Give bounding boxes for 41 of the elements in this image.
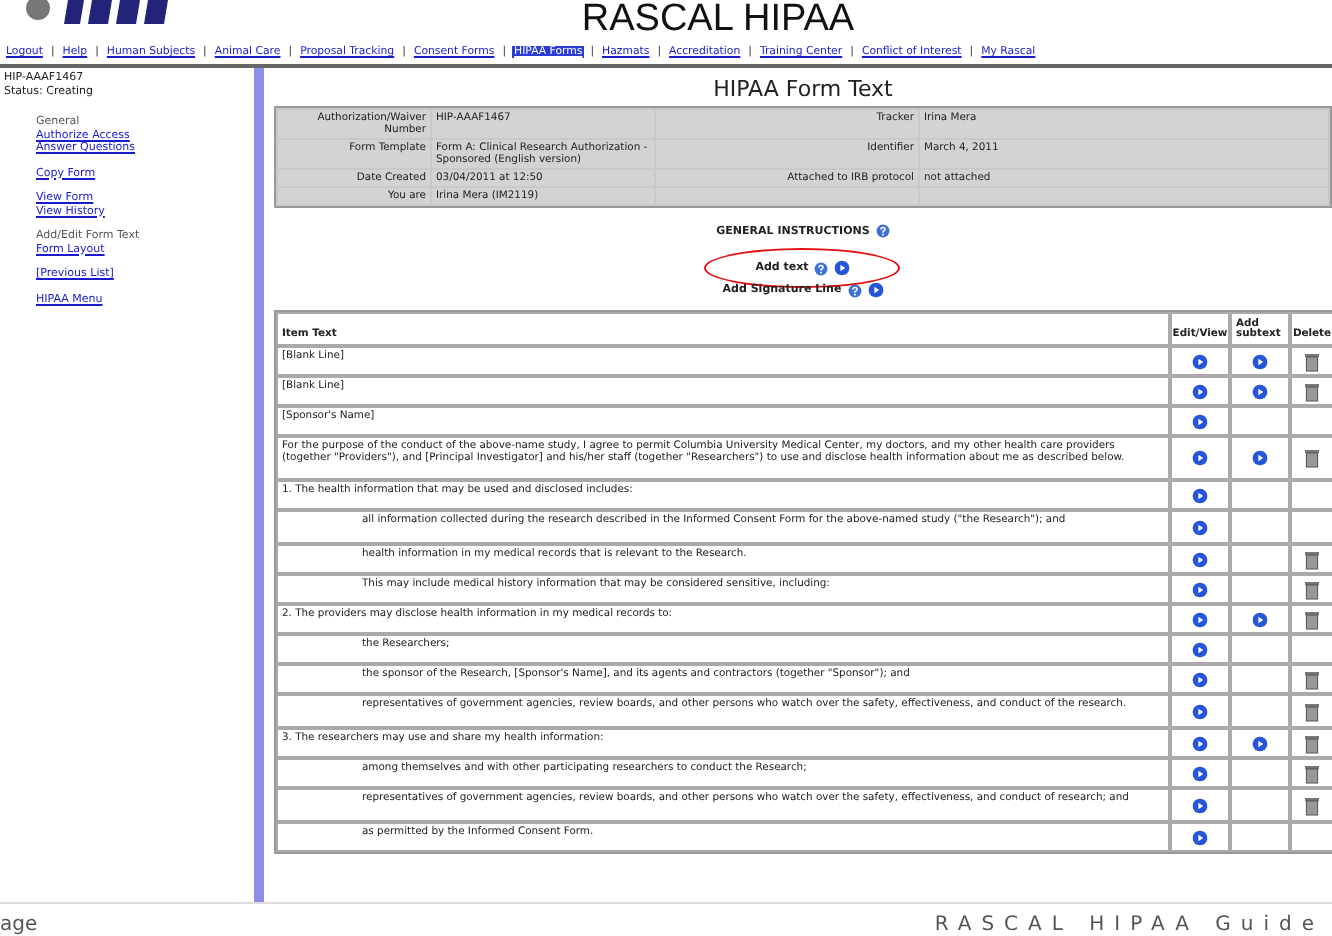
trash-icon[interactable] <box>1304 448 1320 468</box>
edit-icon[interactable] <box>1192 551 1208 567</box>
edit-icon[interactable] <box>1192 671 1208 687</box>
trash-icon[interactable] <box>1304 351 1320 371</box>
add-subtext-icon[interactable] <box>1252 383 1268 399</box>
edit-icon[interactable] <box>1192 413 1208 429</box>
edit-icon[interactable] <box>1192 703 1208 719</box>
add-subtext-icon[interactable] <box>1252 735 1268 751</box>
app-title: RASCAL HIPAA <box>579 0 857 40</box>
page-label: age <box>0 914 38 936</box>
trash-icon[interactable] <box>1304 763 1320 783</box>
trash-icon[interactable] <box>1304 381 1320 401</box>
edit-icon[interactable] <box>1192 611 1208 627</box>
trash-icon[interactable] <box>1304 579 1320 599</box>
add-subtext-icon[interactable] <box>1252 353 1268 369</box>
trash-icon[interactable] <box>1304 609 1320 629</box>
help-icon[interactable] <box>814 261 829 275</box>
edit-icon[interactable] <box>1192 765 1208 781</box>
add-icon[interactable] <box>867 282 884 298</box>
trash-icon[interactable] <box>1304 549 1320 569</box>
trash-icon[interactable] <box>1304 669 1320 689</box>
edit-icon[interactable] <box>1192 735 1208 751</box>
guide-title: RASCAL HIPAA Guide <box>934 914 1324 936</box>
add-subtext-icon[interactable] <box>1252 611 1268 627</box>
help-icon[interactable] <box>875 224 890 238</box>
trash-icon[interactable] <box>1304 733 1320 753</box>
edit-icon[interactable] <box>1192 829 1208 845</box>
trash-icon[interactable] <box>1304 795 1320 815</box>
add-icon[interactable] <box>834 260 851 276</box>
edit-icon[interactable] <box>1192 519 1208 535</box>
add-subtext-icon[interactable] <box>1252 450 1268 466</box>
help-icon[interactable] <box>847 283 862 297</box>
trash-icon[interactable] <box>1304 701 1320 721</box>
edit-icon[interactable] <box>1192 797 1208 813</box>
edit-icon[interactable] <box>1192 641 1208 657</box>
edit-icon[interactable] <box>1192 353 1208 369</box>
edit-icon[interactable] <box>1192 581 1208 597</box>
edit-icon[interactable] <box>1192 487 1208 503</box>
page-title: HIPAA Form Text <box>711 74 895 106</box>
edit-icon[interactable] <box>1192 450 1208 466</box>
edit-icon[interactable] <box>1192 383 1208 399</box>
